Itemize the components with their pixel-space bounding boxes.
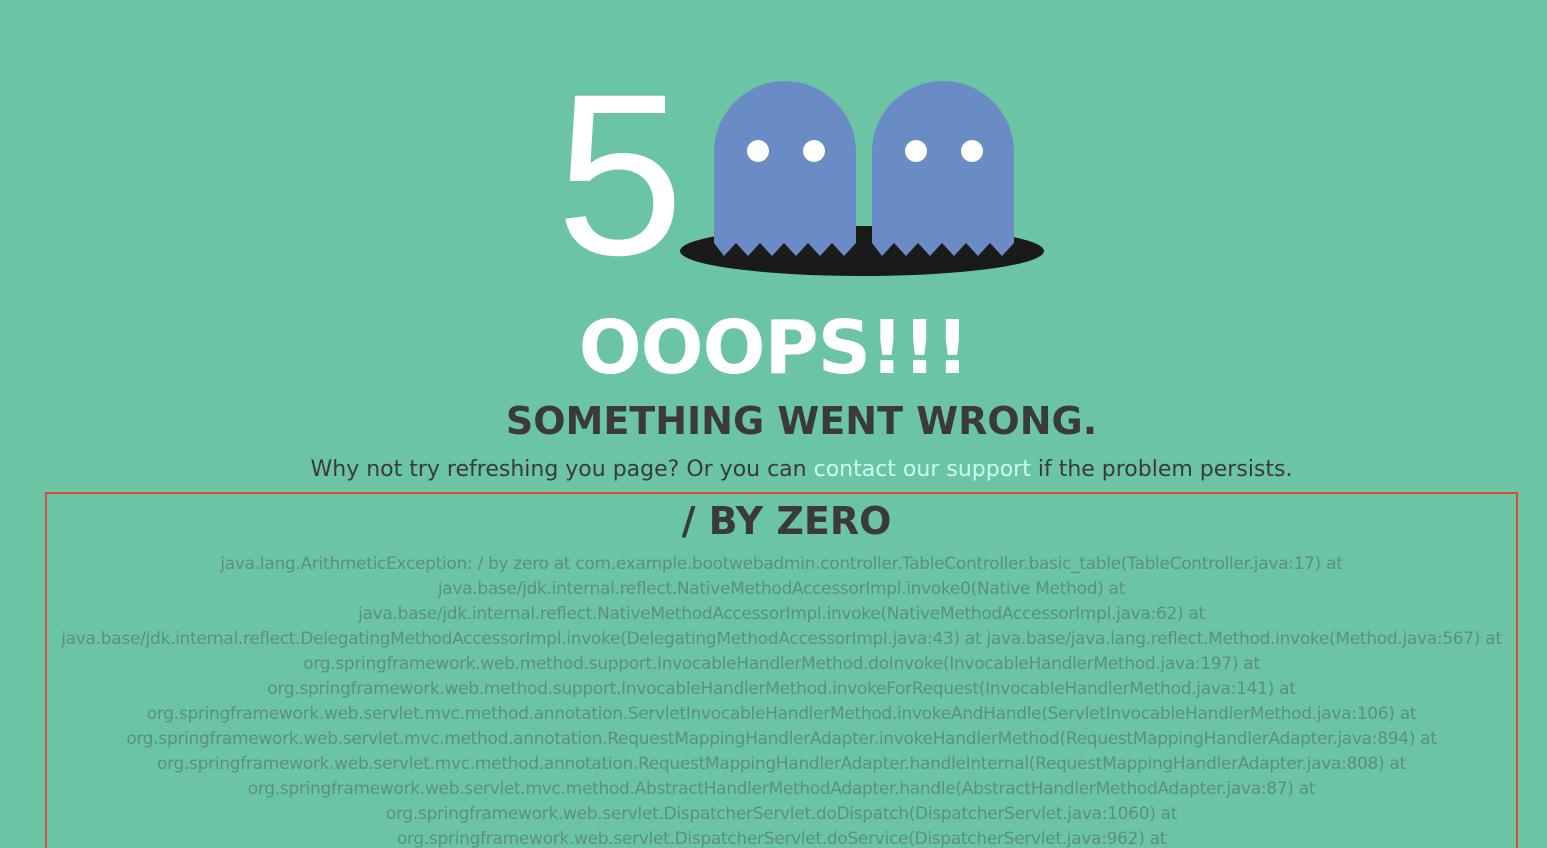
- stack-trace: java.lang.ArithmeticException: / by zero…: [47, 552, 1516, 848]
- error-code-digit: 5: [556, 46, 684, 290]
- stack-trace-line: java.base/jdk.internal.reflect.Delegatin…: [61, 629, 1502, 649]
- stack-trace-line: org.springframework.web.servlet.mvc.meth…: [247, 779, 1316, 799]
- stack-trace-line: org.springframework.web.servlet.Dispatch…: [385, 804, 1178, 824]
- contact-support-link[interactable]: contact our support: [814, 457, 1031, 482]
- stack-trace-line: org.springframework.web.method.support.I…: [267, 679, 1296, 699]
- stack-trace-line: java.lang.ArithmeticException: / by zero…: [220, 554, 1343, 574]
- stack-trace-line: org.springframework.web.servlet.mvc.meth…: [157, 754, 1406, 774]
- error-illustration: 5: [0, 0, 1547, 290]
- stack-trace-line: org.springframework.web.method.support.I…: [303, 654, 1260, 674]
- error-details-panel: / BY ZERO java.lang.ArithmeticException:…: [45, 492, 1518, 848]
- help-message-end: if the problem persists.: [1030, 457, 1293, 482]
- error-title: / BY ZERO: [681, 499, 892, 543]
- stack-trace-line: java.base/jdk.internal.reflect.NativeMet…: [358, 604, 1205, 624]
- error-illustration-svg: 5: [556, 46, 1044, 290]
- ghost-icon: [872, 81, 1014, 256]
- page-headline: OOOPS!!!: [578, 305, 970, 391]
- stack-trace-line: org.springframework.web.servlet.mvc.meth…: [126, 729, 1437, 749]
- error-page: 5 OOOPS!!! SOMETHING WENT WRONG. Why not…: [0, 0, 1547, 848]
- page-subheadline: SOMETHING WENT WRONG.: [505, 399, 1098, 443]
- stack-trace-line: org.springframework.web.servlet.mvc.meth…: [146, 704, 1417, 724]
- stack-trace-line: org.springframework.web.servlet.Dispatch…: [396, 829, 1167, 848]
- stack-trace-line: java.base/jdk.internal.reflect.NativeMet…: [437, 579, 1126, 599]
- ghost-icon: [714, 81, 856, 256]
- help-message-start: Why not try refreshing you page? Or you …: [310, 457, 814, 482]
- help-message: Why not try refreshing you page? Or you …: [28, 454, 1547, 486]
